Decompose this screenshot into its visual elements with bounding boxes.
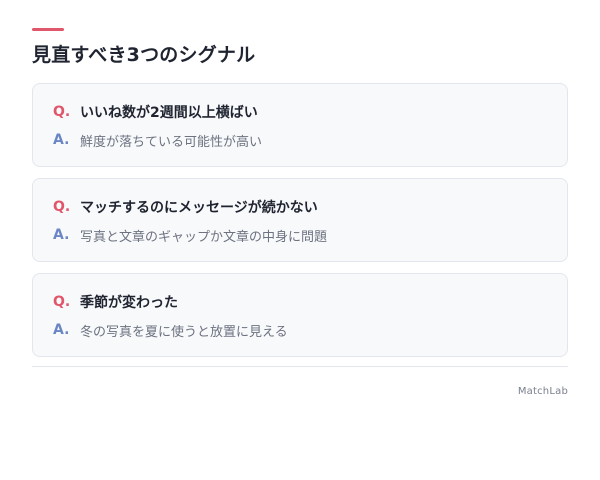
answer-marker: A.: [53, 227, 70, 243]
answer-text: 冬の写真を夏に使うと放置に見える: [80, 324, 288, 340]
question-row: Q. いいね数が2週間以上横ばい: [53, 101, 547, 123]
footer-divider: [32, 366, 568, 367]
question-row: Q. マッチするのにメッセージが続かない: [53, 196, 547, 218]
answer-row: A. 写真と文章のギャップか文章の中身に問題: [53, 224, 547, 246]
question-marker: Q.: [53, 294, 71, 310]
question-row: Q. 季節が変わった: [53, 291, 547, 313]
question-text: 季節が変わった: [80, 295, 178, 311]
question-text: マッチするのにメッセージが続かない: [80, 200, 318, 216]
qa-card: Q. いいね数が2週間以上横ばい A. 鮮度が落ちている可能性が高い: [32, 83, 568, 167]
question-text: いいね数が2週間以上横ばい: [80, 105, 258, 121]
qa-card-list: Q. いいね数が2週間以上横ばい A. 鮮度が落ちている可能性が高い Q. マッ…: [32, 83, 568, 368]
question-marker: Q.: [53, 104, 71, 120]
qa-card: Q. マッチするのにメッセージが続かない A. 写真と文章のギャップか文章の中身…: [32, 178, 568, 262]
answer-marker: A.: [53, 322, 70, 338]
page-title: 見直すべき3つのシグナル: [32, 44, 256, 66]
title-accent-bar: [32, 28, 64, 31]
question-marker: Q.: [53, 199, 71, 215]
answer-row: A. 冬の写真を夏に使うと放置に見える: [53, 319, 547, 341]
answer-text: 写真と文章のギャップか文章の中身に問題: [80, 229, 328, 245]
footer-brand: MatchLab: [517, 386, 568, 397]
answer-text: 鮮度が落ちている可能性が高い: [80, 134, 263, 150]
qa-card: Q. 季節が変わった A. 冬の写真を夏に使うと放置に見える: [32, 273, 568, 357]
answer-row: A. 鮮度が落ちている可能性が高い: [53, 129, 547, 151]
answer-marker: A.: [53, 132, 70, 148]
